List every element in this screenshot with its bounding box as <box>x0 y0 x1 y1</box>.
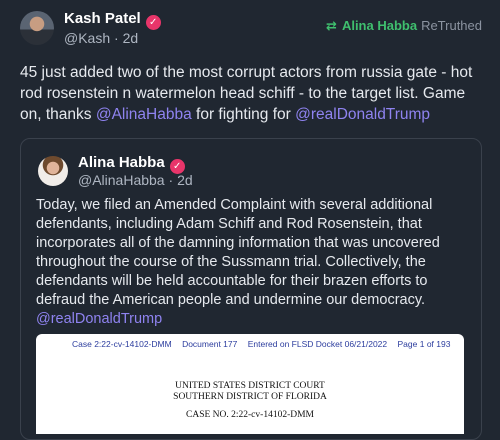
retruth-icon: ⇄ <box>326 18 337 33</box>
meta-separator: · <box>114 30 119 46</box>
author-avatar[interactable] <box>20 11 54 45</box>
quoted-author-name[interactable]: Alina Habba <box>78 154 165 171</box>
quoted-author-handle[interactable]: @AlinaHabba <box>78 172 165 188</box>
retruth-label: ReTruthed <box>421 18 482 33</box>
post-text: 45 just added two of the most corrupt ac… <box>20 62 482 125</box>
mention-realdonaldtrump[interactable]: @realDonaldTrump <box>295 106 430 123</box>
quoted-meta-separator: · <box>168 172 174 188</box>
mention-alinahabba[interactable]: @AlinaHabba <box>96 106 192 123</box>
doc-court-line1: UNITED STATES DISTRICT COURT <box>175 381 325 391</box>
retruth-indicator[interactable]: ⇄ Alina Habba ReTruthed <box>326 18 482 34</box>
post-text-part2: for fighting for <box>191 106 296 123</box>
quoted-author-avatar[interactable] <box>38 156 68 186</box>
doc-number: Document 177 <box>182 339 238 349</box>
document-image[interactable]: Case 2:22-cv-14102-DMM Document 177 Ente… <box>36 334 464 434</box>
quoted-author-meta: @AlinaHabba · 2d <box>78 172 193 188</box>
quoted-author-name-row[interactable]: Alina Habba ✓ <box>78 154 185 174</box>
post-time[interactable]: 2d <box>123 30 139 46</box>
doc-court-line2: SOUTHERN DISTRICT OF FLORIDA <box>173 392 327 402</box>
author-handle[interactable]: @Kash <box>64 30 110 46</box>
retruth-user[interactable]: Alina Habba <box>342 18 417 33</box>
doc-page: Page 1 of 193 <box>397 339 451 349</box>
doc-case-number: CASE NO. 2:22-cv-14102-DMM <box>186 410 314 420</box>
document-header: Case 2:22-cv-14102-DMM Document 177 Ente… <box>72 339 458 349</box>
verified-badge-icon: ✓ <box>145 15 161 30</box>
author-name-row[interactable]: Kash Patel ✓ <box>64 10 161 30</box>
quoted-post-time[interactable]: 2d <box>177 172 193 188</box>
doc-case-header: Case 2:22-cv-14102-DMM <box>72 339 172 349</box>
author-name[interactable]: Kash Patel <box>64 10 141 27</box>
quoted-text-body: Today, we filed an Amended Complaint wit… <box>36 197 440 308</box>
author-meta: @Kash · 2d <box>64 30 138 46</box>
quoted-post-text: Today, we filed an Amended Complaint wit… <box>36 196 468 329</box>
doc-docket: Entered on FLSD Docket 06/21/2022 <box>247 339 388 349</box>
quoted-mention-realdonaldtrump[interactable]: @realDonaldTrump <box>36 311 162 327</box>
truth-post: Kash Patel ✓ @Kash · 2d ⇄ Alina Habba ReTru… <box>0 0 500 440</box>
